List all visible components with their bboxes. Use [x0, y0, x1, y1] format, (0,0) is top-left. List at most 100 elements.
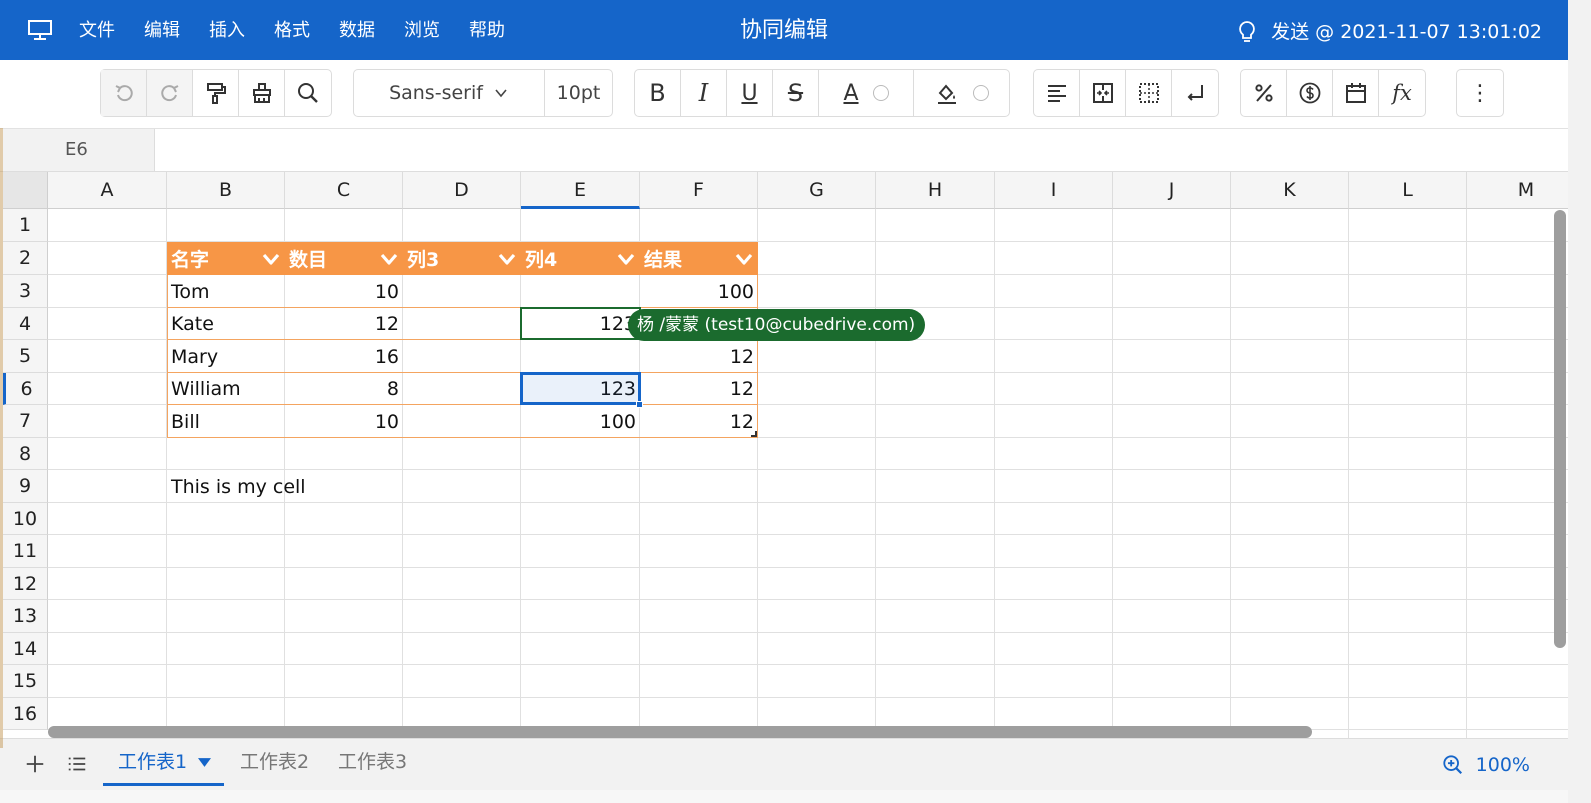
- clear-format-button[interactable]: [239, 70, 285, 116]
- table-cell[interactable]: Tom: [167, 275, 285, 308]
- column-header-m[interactable]: M: [1467, 172, 1568, 209]
- bold-button[interactable]: B: [635, 70, 681, 116]
- table-cell[interactable]: 12: [640, 373, 758, 405]
- column-header-l[interactable]: L: [1349, 172, 1467, 209]
- table-cell[interactable]: Mary: [167, 340, 285, 373]
- table-cell[interactable]: [403, 275, 521, 308]
- row-header-14[interactable]: 14: [3, 633, 48, 665]
- italic-button[interactable]: I: [681, 70, 727, 116]
- table-cell[interactable]: William: [167, 373, 285, 405]
- underline-button[interactable]: U: [727, 70, 773, 116]
- font-color-button[interactable]: A: [819, 70, 914, 116]
- monitor-icon[interactable]: [28, 20, 52, 40]
- filter-dropdown-icon[interactable]: [261, 251, 281, 267]
- menu-insert[interactable]: 插入: [209, 18, 245, 44]
- column-header-g[interactable]: G: [758, 172, 876, 209]
- row-header-8[interactable]: 8: [3, 438, 48, 470]
- sheet-list-button[interactable]: [64, 751, 90, 777]
- spreadsheet-grid[interactable]: A B C D E F G H I J K L M 1 2 3 4 5 6 7 8 9 10 11 12 13 14 15 16 名字 数目…: [0, 172, 1568, 738]
- table-cell[interactable]: [403, 340, 521, 373]
- add-sheet-button[interactable]: [22, 751, 48, 777]
- row-header-1[interactable]: 1: [3, 209, 48, 242]
- table-cell[interactable]: 12: [640, 340, 758, 373]
- table-cell[interactable]: [521, 275, 640, 308]
- currency-button[interactable]: [1287, 70, 1333, 116]
- vertical-scrollbar[interactable]: [1554, 210, 1566, 648]
- row-header-11[interactable]: 11: [3, 535, 48, 568]
- merge-cells-button[interactable]: [1080, 70, 1126, 116]
- cell-name-box[interactable]: E6: [3, 129, 155, 171]
- row-header-10[interactable]: 10: [3, 503, 48, 535]
- redo-button[interactable]: [147, 70, 193, 116]
- table-cell[interactable]: 8: [285, 373, 403, 405]
- table-cell[interactable]: 16: [285, 340, 403, 373]
- row-header-16[interactable]: 16: [3, 698, 48, 730]
- table-cell[interactable]: [403, 308, 521, 340]
- lightbulb-icon[interactable]: [1237, 20, 1257, 44]
- table-cell[interactable]: 12: [640, 405, 758, 438]
- table-header-cell[interactable]: 结果: [640, 242, 758, 275]
- align-left-button[interactable]: [1034, 70, 1080, 116]
- menu-data[interactable]: 数据: [339, 18, 375, 44]
- table-cell[interactable]: Kate: [167, 308, 285, 340]
- filter-dropdown-icon[interactable]: [734, 251, 754, 267]
- font-family-select[interactable]: Sans-serif: [354, 70, 545, 116]
- row-header-7[interactable]: 7: [3, 405, 48, 438]
- filter-dropdown-icon[interactable]: [379, 251, 399, 267]
- table-cell[interactable]: 12: [285, 308, 403, 340]
- menu-file[interactable]: 文件: [79, 18, 115, 44]
- column-header-b[interactable]: B: [167, 172, 285, 209]
- horizontal-scrollbar[interactable]: [48, 726, 1312, 738]
- column-header-f[interactable]: F: [640, 172, 758, 209]
- column-header-k[interactable]: K: [1231, 172, 1349, 209]
- strikethrough-button[interactable]: S: [773, 70, 819, 116]
- tab-sheet1[interactable]: 工作表1: [103, 747, 224, 786]
- menu-format[interactable]: 格式: [274, 18, 310, 44]
- row-header-4[interactable]: 4: [3, 308, 48, 340]
- date-button[interactable]: [1333, 70, 1379, 116]
- column-header-h[interactable]: H: [876, 172, 995, 209]
- row-header-3[interactable]: 3: [3, 275, 48, 308]
- tab-sheet2[interactable]: 工作表2: [240, 747, 309, 783]
- table-header-cell[interactable]: 名字: [167, 242, 285, 275]
- menu-view[interactable]: 浏览: [404, 18, 440, 44]
- row-header-9[interactable]: 9: [3, 470, 48, 503]
- row-header-15[interactable]: 15: [3, 665, 48, 698]
- table-cell[interactable]: [521, 340, 640, 373]
- column-header-e[interactable]: E: [521, 172, 640, 209]
- table-header-cell[interactable]: 数目: [285, 242, 403, 275]
- function-button[interactable]: fx: [1379, 70, 1425, 116]
- column-header-a[interactable]: A: [48, 172, 167, 209]
- table-resize-handle[interactable]: [751, 431, 757, 437]
- table-cell[interactable]: 100: [521, 405, 640, 438]
- undo-button[interactable]: [101, 70, 147, 116]
- menu-help[interactable]: 帮助: [469, 18, 505, 44]
- borders-button[interactable]: [1126, 70, 1172, 116]
- active-cell-outline[interactable]: [520, 372, 641, 405]
- tab-sheet3[interactable]: 工作表3: [338, 747, 407, 783]
- font-size-select[interactable]: 10pt: [545, 70, 612, 116]
- filter-dropdown-icon[interactable]: [616, 251, 636, 267]
- table-header-cell[interactable]: 列3: [403, 242, 521, 275]
- row-header-5[interactable]: 5: [3, 340, 48, 373]
- column-header-d[interactable]: D: [403, 172, 521, 209]
- table-header-cell[interactable]: 列4: [521, 242, 640, 275]
- fill-handle[interactable]: [636, 401, 643, 408]
- wrap-text-button[interactable]: [1172, 70, 1218, 116]
- filter-dropdown-icon[interactable]: [497, 251, 517, 267]
- row-header-2[interactable]: 2: [3, 242, 48, 275]
- row-header-6[interactable]: 6: [3, 373, 48, 405]
- percent-button[interactable]: [1241, 70, 1287, 116]
- search-button[interactable]: [285, 70, 331, 116]
- table-cell[interactable]: Bill: [167, 405, 285, 438]
- column-header-i[interactable]: I: [995, 172, 1113, 209]
- caret-down-icon[interactable]: [198, 758, 212, 767]
- column-header-c[interactable]: C: [285, 172, 403, 209]
- row-header-12[interactable]: 12: [3, 568, 48, 600]
- fill-color-button[interactable]: [914, 70, 1009, 116]
- table-cell[interactable]: 10: [285, 405, 403, 438]
- more-button[interactable]: ⋮: [1457, 70, 1503, 116]
- note-cell[interactable]: This is my cell: [167, 470, 310, 503]
- column-header-j[interactable]: J: [1113, 172, 1231, 209]
- table-cell[interactable]: [403, 373, 521, 405]
